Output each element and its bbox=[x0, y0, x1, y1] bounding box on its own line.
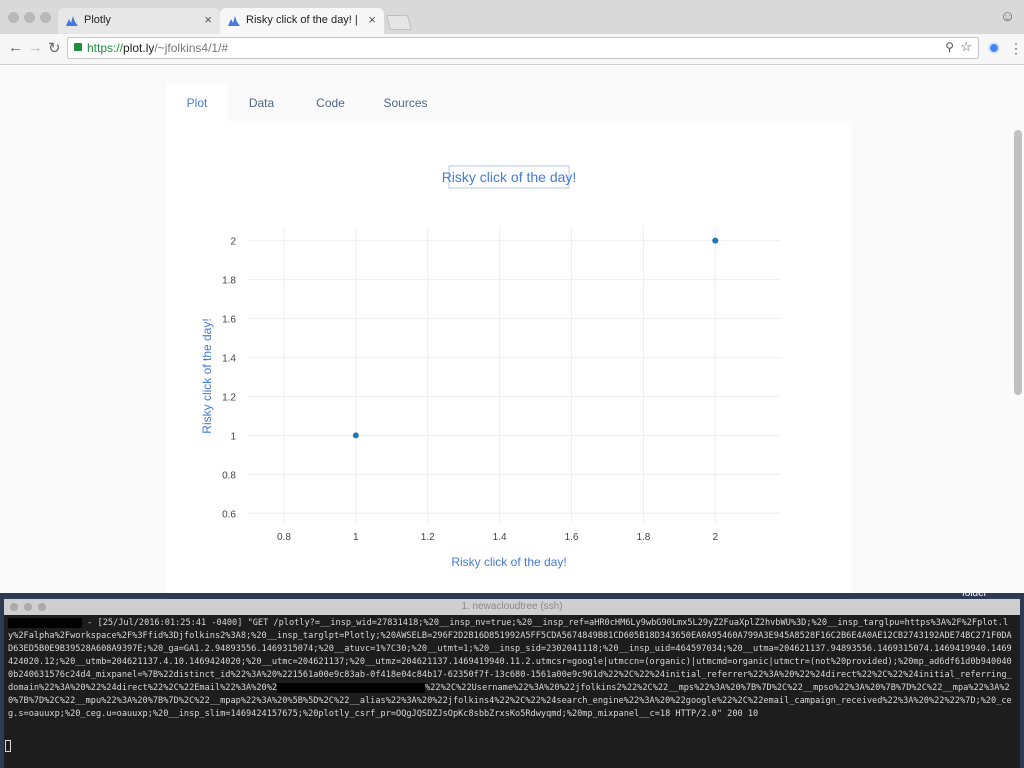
back-arrow-icon[interactable]: ← bbox=[8, 39, 23, 56]
extension-icon[interactable] bbox=[988, 42, 1000, 54]
x-tick-label: 1.8 bbox=[636, 532, 650, 543]
browser-window: Plotly × Risky click of the day! | scatt… bbox=[0, 0, 1024, 593]
terminal-title: 1. newacloudtree (ssh) bbox=[461, 601, 563, 612]
data-point[interactable] bbox=[352, 432, 359, 439]
terminal-output[interactable]: - [25/Jul/2016:01:25:41 -0400] "GET /plo… bbox=[8, 617, 1016, 721]
browser-menu-icon[interactable]: ⋮ bbox=[1009, 40, 1023, 57]
browser-tab-risky-click[interactable]: Risky click of the day! | scatter × bbox=[220, 8, 384, 34]
y-tick-label: 0.6 bbox=[222, 509, 236, 520]
desktop-folder-label[interactable]: folder bbox=[962, 588, 987, 599]
close-tab-icon[interactable]: × bbox=[204, 12, 212, 27]
y-tick-label: 1.4 bbox=[222, 353, 236, 364]
tab-strip: Plotly × Risky click of the day! | scatt… bbox=[0, 0, 1024, 34]
url-host: plot.ly bbox=[123, 41, 155, 55]
y-tick-label: 1 bbox=[230, 431, 236, 442]
y-tick-label: 1.8 bbox=[222, 276, 236, 287]
y-axis-label[interactable]: Risky click of the day! bbox=[200, 318, 214, 433]
scatter-chart[interactable]: 0.6 0.8 1 1.2 1.4 1.6 1.8 2 0.8 1 1.2 1.4 1.6 1.8 2 Ri… bbox=[166, 121, 852, 593]
redaction-bar bbox=[8, 617, 82, 628]
key-icon[interactable]: ⚲ bbox=[945, 40, 954, 54]
page-scrollbar[interactable] bbox=[1014, 130, 1022, 395]
x-tick-label: 1.2 bbox=[421, 532, 435, 543]
y-tick-label: 2 bbox=[230, 237, 236, 248]
plotly-favicon-icon bbox=[228, 16, 240, 26]
browser-tab-plotly[interactable]: Plotly × bbox=[58, 8, 220, 34]
plotly-favicon-icon bbox=[66, 16, 78, 26]
x-tick-label: 2 bbox=[713, 532, 719, 543]
profile-icon[interactable]: ☺ bbox=[1000, 8, 1015, 25]
close-tab-icon[interactable]: × bbox=[368, 12, 376, 27]
chart-marks bbox=[352, 237, 719, 439]
address-bar[interactable]: https://plot.ly/~jfolkins4/1/# ⚲ ☆ bbox=[67, 37, 979, 59]
reload-icon[interactable]: ↻ bbox=[48, 39, 61, 57]
terminal-cursor bbox=[5, 740, 11, 752]
plot-tabs: Plot Data Code Sources bbox=[166, 84, 851, 121]
x-axis-label[interactable]: Risky click of the day! bbox=[451, 555, 566, 569]
terminal-log-part-1: - [25/Jul/2016:01:25:41 -0400] "GET /plo… bbox=[8, 618, 1012, 693]
new-tab-button[interactable] bbox=[385, 15, 413, 30]
browser-tab-title: Risky click of the day! | scatter bbox=[246, 14, 358, 26]
y-tick-label: 0.8 bbox=[222, 470, 236, 481]
data-point[interactable] bbox=[712, 237, 719, 244]
tab-sources[interactable]: Sources bbox=[378, 84, 433, 121]
x-tick-label: 1 bbox=[353, 532, 359, 543]
terminal-title-bar: 1. newacloudtree (ssh) bbox=[4, 599, 1020, 615]
y-tick-label: 1.2 bbox=[222, 392, 236, 403]
y-tick-label: 1.6 bbox=[222, 315, 236, 326]
lock-icon bbox=[74, 43, 82, 51]
zoom-window-button[interactable] bbox=[40, 12, 51, 23]
chart-title[interactable]: Risky click of the day! bbox=[442, 169, 577, 185]
tab-plot[interactable]: Plot bbox=[166, 84, 228, 121]
forward-arrow-icon[interactable]: → bbox=[28, 39, 43, 56]
tab-data[interactable]: Data bbox=[239, 84, 284, 121]
x-tick-label: 0.8 bbox=[277, 532, 291, 543]
url-path: /~jfolkins4/1/# bbox=[154, 41, 229, 55]
close-window-button[interactable] bbox=[8, 12, 19, 23]
browser-tab-title: Plotly bbox=[84, 14, 111, 26]
minimize-window-button[interactable] bbox=[24, 12, 35, 23]
address-url: https://plot.ly/~jfolkins4/1/# bbox=[87, 41, 228, 55]
chart-ticks: 0.6 0.8 1 1.2 1.4 1.6 1.8 2 0.8 1 1.2 1.4 1.6 1.8 2 bbox=[222, 237, 718, 543]
browser-toolbar: ← → ↻ https://plot.ly/~jfolkins4/1/# ⚲ ☆… bbox=[0, 34, 1024, 65]
chart-grid bbox=[248, 227, 780, 523]
x-tick-label: 1.6 bbox=[565, 532, 579, 543]
tab-code[interactable]: Code bbox=[308, 84, 353, 121]
terminal-window: 1. newacloudtree (ssh) - [25/Jul/2016:01… bbox=[4, 599, 1020, 768]
url-scheme: https:// bbox=[87, 41, 124, 55]
bookmark-star-icon[interactable]: ☆ bbox=[960, 39, 972, 55]
x-tick-label: 1.4 bbox=[493, 532, 507, 543]
redaction-bar bbox=[277, 682, 426, 693]
